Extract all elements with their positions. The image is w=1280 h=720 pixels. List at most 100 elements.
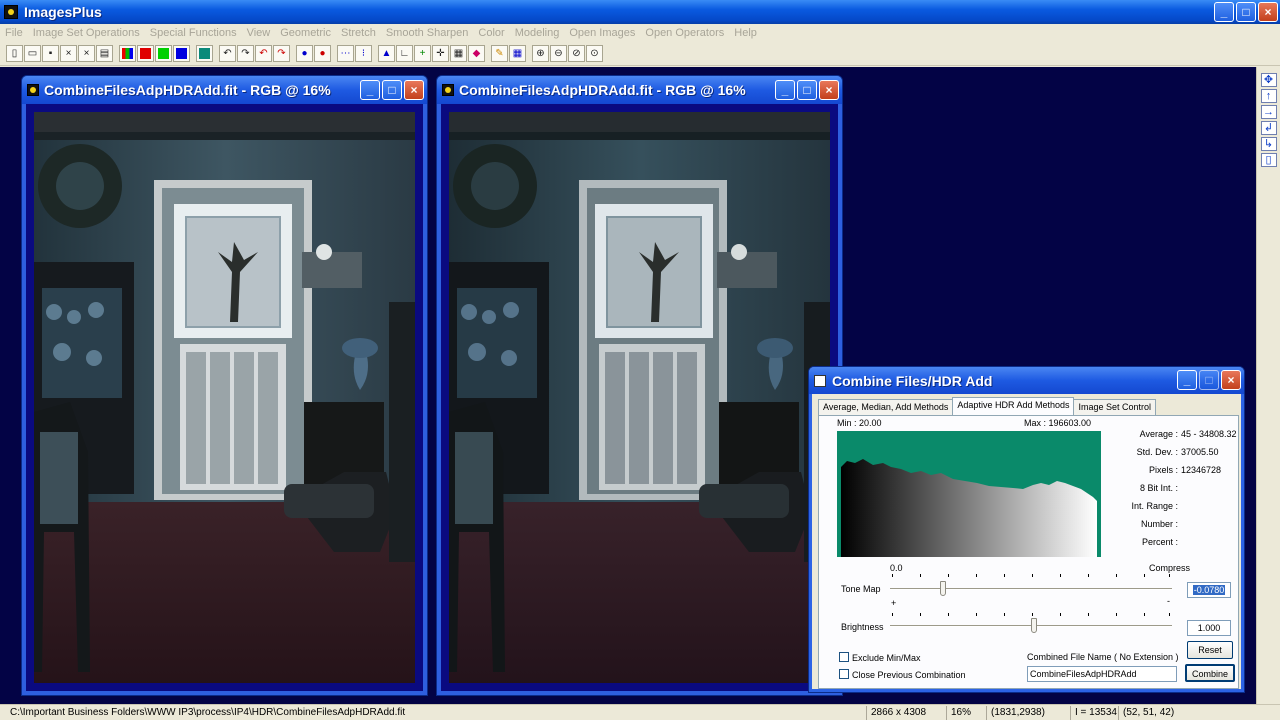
crosshair-icon[interactable]: + <box>414 44 431 62</box>
brightness-slider-thumb[interactable] <box>1031 618 1037 633</box>
dialog-titlebar[interactable]: Combine Files/HDR Add _ □ × <box>809 367 1244 394</box>
maximize-button[interactable]: □ <box>1236 2 1256 22</box>
menu-open-operators[interactable]: Open Operators <box>640 27 729 39</box>
tone-map-slider[interactable] <box>890 581 1172 597</box>
move-icon[interactable]: ✛ <box>432 44 449 62</box>
new-file-icon[interactable]: ▯ <box>6 44 23 62</box>
grid-icon[interactable]: ▦ <box>450 44 467 62</box>
image-window-2-titlebar[interactable]: CombineFilesAdpHDRAdd.fit - RGB @ 16% _ … <box>437 76 842 104</box>
image-window-1-titlebar[interactable]: CombineFilesAdpHDRAdd.fit - RGB @ 16% _ … <box>22 76 427 104</box>
zoom-actual-icon[interactable]: ⊙ <box>586 44 603 62</box>
menu-image-set-operations[interactable]: Image Set Operations <box>28 27 145 39</box>
menu-view[interactable]: View <box>242 27 276 39</box>
tab-average-median-add[interactable]: Average, Median, Add Methods <box>818 399 954 415</box>
redo-icon[interactable]: ↷ <box>237 44 254 62</box>
image-window-1-title: CombineFilesAdpHDRAdd.fit - RGB @ 16% <box>44 82 331 98</box>
minimize-button[interactable]: _ <box>775 80 795 100</box>
rgb-channels-icon[interactable] <box>119 44 136 62</box>
tile-icon[interactable]: ▯ <box>1260 153 1277 167</box>
bit8-label: 8 Bit Int. : <box>1139 483 1178 493</box>
blue-channel-icon[interactable] <box>173 44 190 62</box>
image-icon <box>442 84 454 96</box>
maximize-button[interactable]: □ <box>797 80 817 100</box>
zoom-fit-icon[interactable]: ⊘ <box>568 44 585 62</box>
exclude-minmax-checkbox[interactable] <box>839 652 849 662</box>
image-window-1[interactable]: CombineFilesAdpHDRAdd.fit - RGB @ 16% _ … <box>21 75 428 696</box>
close-previous-label: Close Previous Combination <box>852 670 966 680</box>
green-channel-icon[interactable] <box>155 44 172 62</box>
close-image-icon[interactable]: × <box>60 44 77 62</box>
histogram <box>837 431 1101 557</box>
tone-map-value-field[interactable]: -0.0780 <box>1187 582 1231 598</box>
maximize-button[interactable]: □ <box>382 80 402 100</box>
close-button[interactable]: × <box>1258 2 1278 22</box>
maximize-button[interactable]: □ <box>1199 370 1219 390</box>
reset-button[interactable]: Reset <box>1187 641 1233 659</box>
combine-button[interactable]: Combine <box>1185 664 1235 682</box>
file-name-input[interactable]: CombineFilesAdpHDRAdd <box>1027 666 1177 682</box>
menu-file[interactable]: File <box>0 27 28 39</box>
image-icon <box>27 84 39 96</box>
axis-tool-icon[interactable]: ∟ <box>396 44 413 62</box>
minimize-button[interactable]: _ <box>1214 2 1234 22</box>
undo-all-icon[interactable]: ↶ <box>255 44 272 62</box>
points-tool-icon[interactable]: ⁝ <box>355 44 372 62</box>
arrow-return-left-icon[interactable]: ↲ <box>1260 121 1277 135</box>
tab-image-set-control[interactable]: Image Set Control <box>1073 399 1157 415</box>
tone-map-value: -0.0780 <box>1192 585 1226 595</box>
menu-stretch[interactable]: Stretch <box>336 27 381 39</box>
open-folder-icon[interactable]: ▭ <box>24 44 41 62</box>
triangle-tool-icon[interactable]: ▲ <box>378 44 395 62</box>
image-canvas-2[interactable] <box>441 104 838 691</box>
pencil-icon[interactable]: ✎ <box>491 44 508 62</box>
redo-all-icon[interactable]: ↷ <box>273 44 290 62</box>
zoom-out-icon[interactable]: ⊖ <box>550 44 567 62</box>
close-previous-checkbox[interactable] <box>839 669 849 679</box>
print-icon[interactable]: ▤ <box>96 44 113 62</box>
zoom-in-icon[interactable]: ⊕ <box>532 44 549 62</box>
tab-adaptive-hdr-add[interactable]: Adaptive HDR Add Methods <box>952 397 1075 415</box>
menu-geometric[interactable]: Geometric <box>275 27 336 39</box>
mask-red-icon[interactable]: ● <box>314 44 331 62</box>
move-arrows-icon[interactable]: ✥ <box>1260 73 1277 87</box>
brightness-value-field[interactable]: 1.000 <box>1187 620 1231 636</box>
close-button[interactable]: × <box>819 80 839 100</box>
percent-label: Percent : <box>1141 537 1178 547</box>
color-picker-icon[interactable]: ◆ <box>468 44 485 62</box>
close-all-icon[interactable]: × <box>78 44 95 62</box>
arrow-up-icon[interactable]: ↑ <box>1260 89 1277 103</box>
menu-bar: File Image Set Operations Special Functi… <box>0 24 1280 41</box>
arrow-return-right-icon[interactable]: ↳ <box>1260 137 1277 151</box>
tone-map-ticks <box>892 574 1170 580</box>
menu-help[interactable]: Help <box>729 27 762 39</box>
palette-icon[interactable]: ▦ <box>509 44 526 62</box>
menu-modeling[interactable]: Modeling <box>510 27 565 39</box>
red-channel-icon[interactable] <box>137 44 154 62</box>
save-icon[interactable]: ▪ <box>42 44 59 62</box>
tone-map-slider-thumb[interactable] <box>940 581 946 596</box>
menu-special-functions[interactable]: Special Functions <box>145 27 242 39</box>
line-tool-icon[interactable]: ⋯ <box>337 44 354 62</box>
image-window-2-title: CombineFilesAdpHDRAdd.fit - RGB @ 16% <box>459 82 746 98</box>
undo-icon[interactable]: ↶ <box>219 44 236 62</box>
arrange-toolbar: ✥ ↑ → ↲ ↳ ▯ <box>1256 67 1280 704</box>
close-button[interactable]: × <box>1221 370 1241 390</box>
histogram-min-label: Min : 20.00 <box>837 418 882 428</box>
combine-files-dialog[interactable]: Combine Files/HDR Add _ □ × Average, Med… <box>808 366 1245 693</box>
status-dimensions: 2866 x 4308 <box>866 706 926 720</box>
menu-color[interactable]: Color <box>473 27 509 39</box>
menu-smooth-sharpen[interactable]: Smooth Sharpen <box>381 27 474 39</box>
adaptive-hdr-panel: Min : 20.00 Max : 196603.00 Average : 45… <box>818 415 1239 689</box>
brightness-slider[interactable] <box>890 618 1172 634</box>
arrow-right-icon[interactable]: → <box>1260 105 1277 119</box>
menu-open-images[interactable]: Open Images <box>564 27 640 39</box>
image-window-2[interactable]: CombineFilesAdpHDRAdd.fit - RGB @ 16% _ … <box>436 75 843 696</box>
image-canvas-1[interactable] <box>26 104 423 691</box>
room-photo-image <box>34 112 415 683</box>
minimize-button[interactable]: _ <box>360 80 380 100</box>
grayscale-icon[interactable] <box>196 44 213 62</box>
close-button[interactable]: × <box>404 80 424 100</box>
brightness-value: 1.000 <box>1197 623 1221 633</box>
minimize-button[interactable]: _ <box>1177 370 1197 390</box>
mask-blue-icon[interactable]: ● <box>296 44 313 62</box>
